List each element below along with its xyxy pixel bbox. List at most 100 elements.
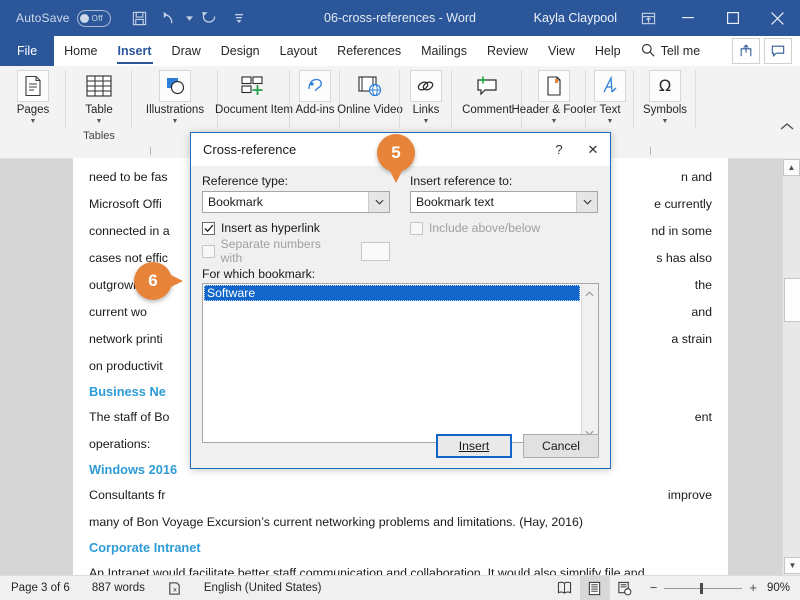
- scroll-up-icon[interactable]: [582, 286, 597, 301]
- insert-as-hyperlink-row[interactable]: Insert as hyperlink: [202, 220, 390, 236]
- ribbon-button-document-item[interactable]: Document Item: [215, 66, 293, 117]
- dialog-buttons: Insert Cancel: [436, 434, 599, 458]
- dialog-title: Cross-reference: [203, 142, 297, 157]
- ribbon-button-symbols[interactable]: Ω Symbols ▼: [636, 66, 694, 126]
- zoom-out-button[interactable]: −: [650, 581, 658, 594]
- zoom-level-label[interactable]: 90%: [767, 582, 800, 594]
- doc-line: An Intranet would facilitate better staf…: [89, 566, 645, 576]
- for-which-bookmark-label: For which bookmark:: [202, 267, 316, 281]
- ribbon-button-text[interactable]: Text ▼: [587, 66, 633, 126]
- tell-me-box[interactable]: Tell me: [631, 43, 711, 60]
- customize-qat-icon[interactable]: [226, 5, 252, 31]
- insert-reference-to-column: Insert reference to: Bookmark text Inclu…: [410, 174, 598, 259]
- table-icon: [83, 70, 115, 102]
- ribbon-group-symbols: Ω Symbols ▼: [634, 66, 696, 144]
- zoom-slider-handle[interactable]: [700, 582, 704, 594]
- tab-home[interactable]: Home: [54, 36, 107, 66]
- cancel-button[interactable]: Cancel: [523, 434, 599, 458]
- scroll-down-icon[interactable]: ▼: [784, 557, 800, 574]
- language-indicator[interactable]: English (United States): [193, 576, 333, 600]
- tab-references[interactable]: References: [327, 36, 411, 66]
- ribbon-display-options-icon[interactable]: [631, 0, 665, 36]
- tab-mailings[interactable]: Mailings: [411, 36, 477, 66]
- redo-icon[interactable]: [197, 5, 223, 31]
- close-icon[interactable]: ✕: [576, 133, 610, 166]
- maximize-icon[interactable]: [710, 0, 755, 36]
- close-icon[interactable]: [755, 0, 800, 36]
- comments-button[interactable]: [764, 38, 792, 64]
- ribbon-button-table[interactable]: Table ▼: [68, 66, 130, 126]
- undo-dropdown-icon[interactable]: [185, 5, 194, 31]
- ribbon-label-document-item: Document Item: [215, 104, 293, 116]
- collapse-ribbon-icon[interactable]: [780, 122, 794, 134]
- proofing-errors-icon[interactable]: x: [156, 576, 193, 600]
- tab-draw[interactable]: Draw: [162, 36, 211, 66]
- read-mode-icon[interactable]: [550, 576, 580, 600]
- tab-file[interactable]: File: [0, 36, 55, 66]
- insert-as-hyperlink-checkbox[interactable]: [202, 221, 215, 235]
- chevron-down-icon[interactable]: ▼: [423, 118, 430, 126]
- tab-insert[interactable]: Insert: [108, 36, 162, 66]
- undo-icon[interactable]: [156, 5, 182, 31]
- callout-badge-5: 5: [377, 134, 415, 183]
- listbox-scrollbar[interactable]: [581, 284, 598, 442]
- ribbon-button-header-footer[interactable]: Header & Footer ▼: [512, 66, 597, 126]
- tab-review[interactable]: Review: [477, 36, 538, 66]
- share-button[interactable]: [732, 38, 760, 64]
- list-item[interactable]: Software: [204, 285, 580, 301]
- chevron-down-icon[interactable]: [368, 192, 389, 212]
- vertical-scrollbar[interactable]: ▲ ▼: [782, 158, 800, 576]
- save-icon[interactable]: [127, 5, 153, 31]
- user-account-name[interactable]: Kayla Claypool: [534, 11, 617, 25]
- ribbon-button-pages[interactable]: Pages ▼: [2, 66, 64, 126]
- dialog-top-row: Reference type: Bookmark Insert as hyper…: [202, 174, 599, 265]
- help-icon[interactable]: ?: [542, 133, 576, 166]
- ribbon-button-links[interactable]: Links ▼: [402, 66, 450, 126]
- illustrations-icon: [159, 70, 191, 102]
- ribbon-group-label-tables: Tables: [83, 130, 115, 142]
- ribbon-label-pages: Pages: [16, 104, 50, 116]
- quick-access-toolbar: [127, 5, 252, 31]
- chevron-down-icon[interactable]: ▼: [662, 118, 669, 126]
- callout-number: 5: [391, 143, 401, 162]
- web-layout-icon[interactable]: [610, 576, 640, 600]
- zoom-slider-track[interactable]: [664, 582, 743, 594]
- comment-icon: [471, 70, 503, 102]
- reference-type-combobox[interactable]: Bookmark: [202, 191, 390, 213]
- insert-reference-to-combobox[interactable]: Bookmark text: [410, 191, 598, 213]
- ribbon-button-online-video[interactable]: Online Video: [337, 66, 403, 117]
- page-indicator[interactable]: Page 3 of 6: [0, 576, 81, 600]
- autosave-label: AutoSave: [16, 11, 70, 25]
- bookmark-listbox[interactable]: Software: [202, 283, 599, 443]
- tab-help[interactable]: Help: [585, 36, 631, 66]
- chevron-down-icon[interactable]: ▼: [607, 118, 614, 126]
- chevron-down-icon[interactable]: ▼: [30, 118, 37, 126]
- scrollbar-thumb[interactable]: [784, 278, 800, 322]
- ribbon-button-add-ins[interactable]: Add-ins: [292, 66, 338, 117]
- reference-type-column: Reference type: Bookmark Insert as hyper…: [202, 174, 390, 265]
- tab-design[interactable]: Design: [211, 36, 270, 66]
- ribbon-button-illustrations[interactable]: Illustrations ▼: [134, 66, 216, 126]
- doc-heading-corporate-intranet: Corporate Intranet: [89, 540, 201, 555]
- tab-layout[interactable]: Layout: [270, 36, 328, 66]
- ribbon-label-text: Text: [599, 104, 621, 116]
- chevron-down-icon[interactable]: ▼: [172, 118, 179, 126]
- zoom-in-button[interactable]: +: [749, 581, 757, 594]
- minimize-icon[interactable]: [665, 0, 710, 36]
- zoom-slider-control[interactable]: − +: [640, 581, 767, 594]
- ribbon-label-links: Links: [412, 104, 440, 116]
- autosave-toggle[interactable]: Off: [76, 9, 111, 27]
- svg-text:x: x: [173, 585, 177, 593]
- tab-view[interactable]: View: [538, 36, 585, 66]
- insert-button[interactable]: Insert: [436, 434, 512, 458]
- dialog-body: Reference type: Bookmark Insert as hyper…: [191, 166, 610, 469]
- ribbon-label-comment: Comment: [462, 104, 512, 116]
- scroll-up-icon[interactable]: ▲: [783, 159, 800, 176]
- chevron-down-icon[interactable]: ▼: [551, 118, 558, 126]
- word-count[interactable]: 887 words: [81, 576, 156, 600]
- chevron-down-icon[interactable]: [576, 192, 597, 212]
- autosave-control[interactable]: AutoSave Off: [16, 9, 111, 27]
- chevron-down-icon[interactable]: ▼: [96, 118, 103, 126]
- ribbon-button-comment[interactable]: Comment: [454, 66, 520, 117]
- print-layout-icon[interactable]: [579, 576, 610, 600]
